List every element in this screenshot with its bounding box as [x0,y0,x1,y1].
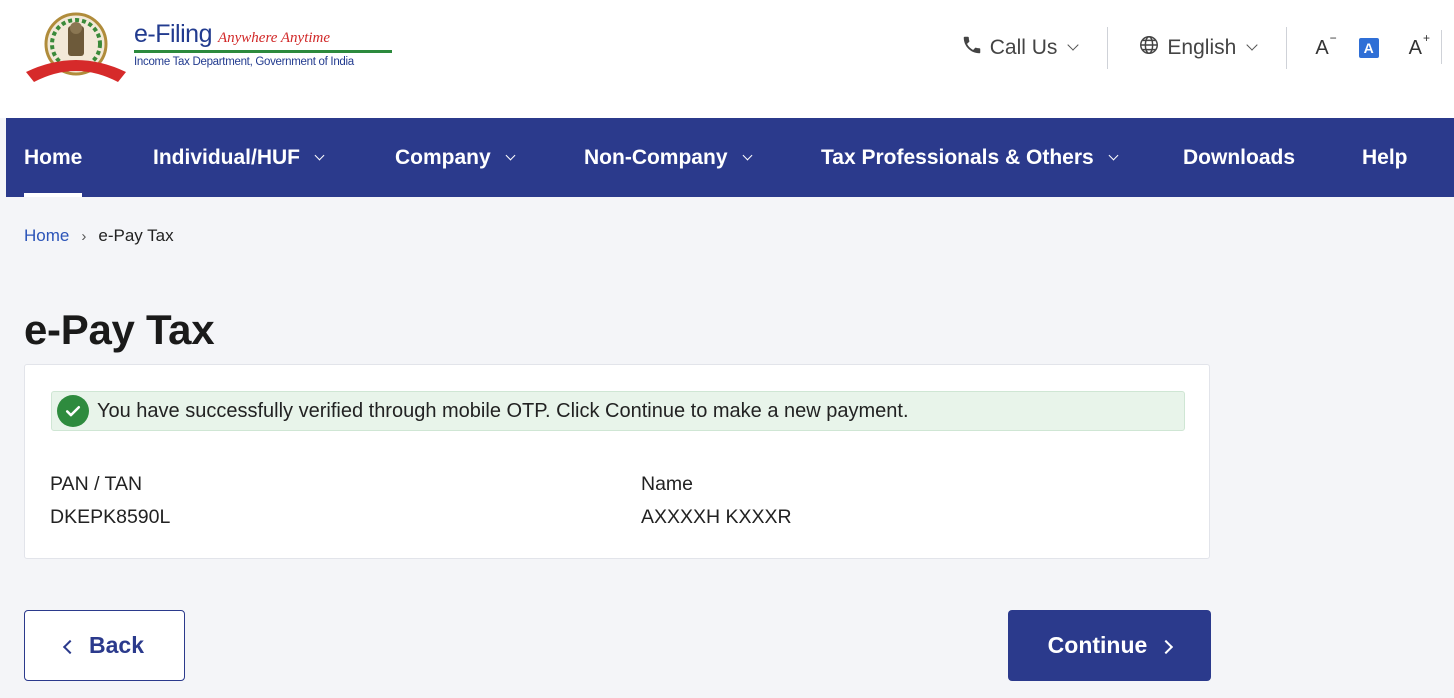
nav-help[interactable]: Help [1362,118,1408,197]
main-nav: Home Individual/HUF Company Non-Company … [6,118,1454,197]
breadcrumb-current: e-Pay Tax [98,226,174,245]
font-size-controls: A − A A + [1287,31,1440,60]
income-tax-emblem-logo[interactable] [22,8,130,86]
call-us-label: Call Us [989,36,1058,59]
globe-icon [1138,34,1160,62]
font-decrease-button[interactable]: A − [1315,31,1336,60]
breadcrumb: Home › e-Pay Tax [24,226,174,246]
nav-company[interactable]: Company [395,118,516,197]
nav-tax-professionals[interactable]: Tax Professionals & Others [821,118,1119,197]
pan-label: PAN / TAN [50,473,143,495]
continue-button[interactable]: Continue [1008,610,1211,681]
chevron-down-icon [1067,39,1080,51]
chevron-right-icon: › [81,227,87,245]
brand-name: e-Filing [134,20,212,48]
name-value: AXXXXH KXXXR [641,506,792,528]
pan-value: DKEPK8590L [50,506,171,528]
chevron-down-icon [505,150,516,160]
check-circle-icon [57,395,89,427]
divider [1441,30,1442,64]
page-title: e-Pay Tax [24,306,215,353]
nav-home[interactable]: Home [24,118,83,197]
chevron-right-icon [1159,639,1174,654]
top-header: e-Filing Anywhere Anytime Income Tax Dep… [0,0,1454,118]
nav-individual-huf[interactable]: Individual/HUF [153,118,325,197]
continue-button-label: Continue [1047,632,1148,658]
breadcrumb-home-link[interactable]: Home [24,226,69,246]
name-label: Name [641,473,694,495]
back-button-label: Back [89,632,144,658]
header-actions: Call Us English A − A A + [931,26,1440,70]
nav-downloads[interactable]: Downloads [1183,118,1295,197]
phone-icon [961,34,983,62]
chevron-down-icon [314,150,325,160]
font-default-button[interactable]: A [1358,38,1379,58]
language-label: English [1167,36,1237,59]
brand-subtitle: Income Tax Department, Government of Ind… [134,56,354,68]
nav-non-company[interactable]: Non-Company [584,118,752,197]
pan-field: PAN / TAN DKEPK8590L [50,473,170,529]
brand-tagline: Anywhere Anytime [217,30,331,46]
chevron-down-icon [1246,39,1258,51]
brand-block[interactable]: e-Filing Anywhere Anytime Income Tax Dep… [134,20,394,68]
chevron-down-icon [742,150,752,160]
verification-card: You have successfully verified through m… [24,364,1210,559]
chevron-left-icon [62,639,78,654]
plus-icon: + [1422,30,1430,45]
name-field: Name AXXXXH KXXXR [641,473,792,529]
success-alert: You have successfully verified through m… [51,391,1185,431]
font-increase-button[interactable]: A + [1409,31,1430,60]
success-message: You have successfully verified through m… [97,399,909,422]
back-button[interactable]: Back [24,610,185,681]
minus-icon: − [1329,30,1337,45]
call-us-dropdown[interactable]: Call Us [931,34,1108,62]
chevron-down-icon [1108,150,1119,160]
brand-divider [134,50,392,53]
language-dropdown[interactable]: English [1108,34,1286,62]
